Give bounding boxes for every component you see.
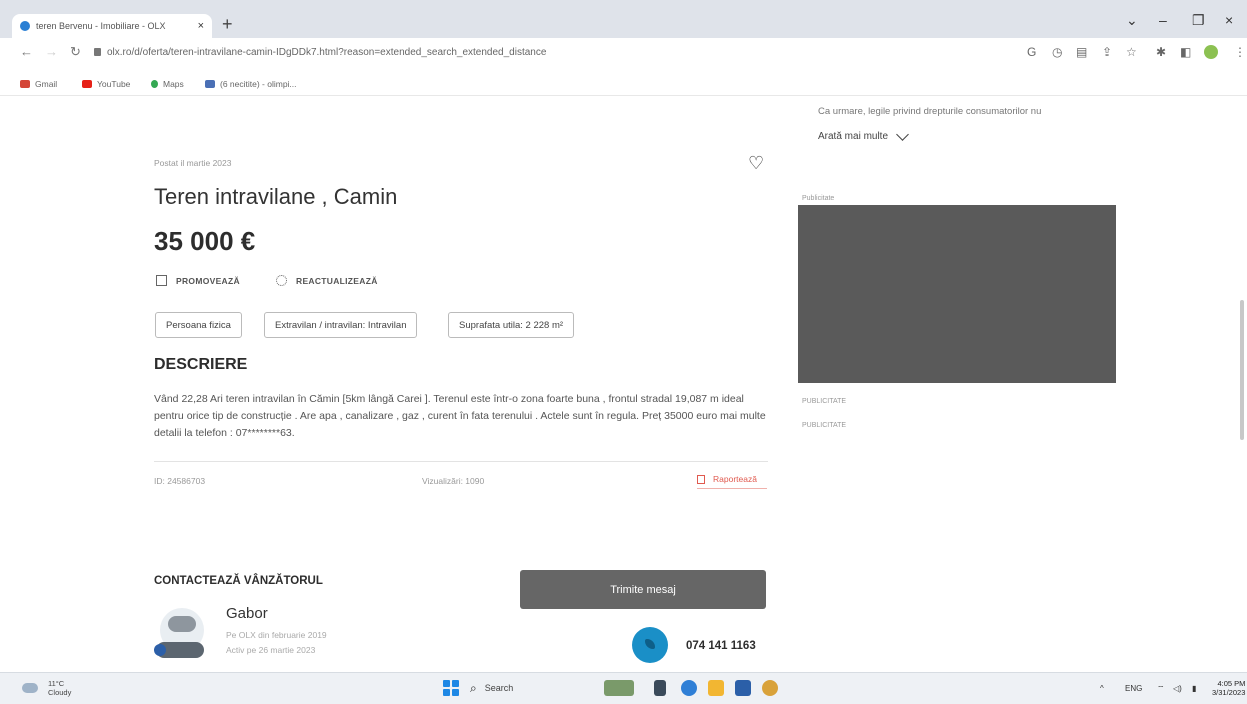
- bookmark-youtube[interactable]: YouTube: [82, 79, 130, 89]
- tab-title: teren Bervenu - Imobiliare - OLX: [36, 21, 166, 31]
- more-menu-icon[interactable]: ⋮: [1234, 45, 1246, 59]
- listing-views: Vizualizări: 1090: [422, 476, 485, 486]
- phone-number[interactable]: 074 141 1163: [686, 640, 756, 652]
- bookmark-gmail[interactable]: Gmail: [20, 79, 57, 89]
- phone-icon[interactable]: [632, 627, 668, 663]
- maps-pin-icon: [151, 80, 158, 88]
- youtube-icon: [82, 80, 92, 88]
- listing-price: 35 000 €: [154, 226, 256, 256]
- report-label: Raportează: [713, 474, 757, 484]
- wifi-icon[interactable]: ⌔: [1157, 684, 1165, 694]
- weather-temp: 11°C: [48, 679, 65, 688]
- url-text: olx.ro/d/oferta/teren-intravilane-camin-…: [107, 47, 547, 58]
- consumer-rights-text: Ca urmare, legile privind drepturile con…: [818, 106, 1042, 117]
- send-message-button[interactable]: Trimite mesaj: [520, 570, 766, 609]
- taskbar-app-icon[interactable]: [604, 680, 634, 696]
- flag-icon: [697, 474, 705, 484]
- weather-desc: Cloudy: [48, 688, 72, 697]
- weather-widget[interactable]: 11°C Cloudy: [22, 679, 71, 697]
- favorite-heart-icon[interactable]: ♡: [748, 153, 764, 173]
- tag-land-type: Extravilan / intravilan: Intravilan: [264, 312, 418, 338]
- description-heading: DESCRIERE: [154, 356, 248, 373]
- profile-avatar[interactable]: [1204, 45, 1218, 59]
- bookmark-star-icon[interactable]: ☆: [1126, 45, 1137, 59]
- bookmark-label: YouTube: [97, 79, 131, 89]
- ad-label-top: Publicitate: [802, 195, 835, 202]
- url-bar[interactable]: olx.ro/d/oferta/teren-intravilane-camin-…: [94, 47, 546, 58]
- clock-time: 4:05 PM: [1217, 679, 1246, 688]
- promote-label: PROMOVEAZĂ: [176, 275, 240, 286]
- extensions-puzzle-icon[interactable]: ✱: [1156, 45, 1166, 59]
- maximize-button[interactable]: ❐: [1192, 12, 1205, 29]
- side-panel-icon[interactable]: ◧: [1180, 45, 1191, 59]
- tab-close-icon[interactable]: ×: [198, 20, 204, 32]
- store-icon[interactable]: [735, 680, 751, 696]
- chrome-icon[interactable]: [762, 680, 778, 696]
- volume-icon[interactable]: ◁): [1173, 684, 1182, 693]
- posted-date: Postat il martie 2023: [154, 158, 232, 168]
- contact-heading: CONTACTEAZĂ VÂNZĂTORUL: [154, 575, 323, 587]
- bookmark-label: Maps: [163, 79, 184, 89]
- tab-search-icon[interactable]: ⌄: [1126, 12, 1138, 29]
- advertisement-box[interactable]: [798, 205, 1116, 383]
- refresh-button[interactable]: REACTUALIZEAZĂ: [276, 275, 378, 286]
- search-label: Search: [484, 683, 514, 693]
- description-text: Vând 22,28 Ari teren intravilan în Cămin…: [154, 393, 766, 439]
- forward-icon[interactable]: →: [45, 44, 58, 59]
- bookmark-label: (6 necitite) - olimpi...: [220, 79, 297, 89]
- promote-button[interactable]: PROMOVEAZĂ: [156, 275, 240, 286]
- taskbar-search[interactable]: ⌕ Search: [470, 678, 560, 698]
- google-icon[interactable]: G: [1027, 45, 1036, 59]
- seller-avatar: [154, 604, 208, 660]
- extension-icon[interactable]: ◷: [1052, 45, 1062, 59]
- seller-active: Activ pe 26 martie 2023: [226, 645, 316, 655]
- browser-tab[interactable]: teren Bervenu - Imobiliare - OLX ×: [12, 14, 212, 38]
- seller-name[interactable]: Gabor: [226, 605, 268, 622]
- search-icon: ⌕: [470, 680, 477, 695]
- listing-title: Teren intravilane , Camin: [154, 184, 398, 209]
- system-clock[interactable]: 4:05 PM 3/31/2023: [1212, 679, 1245, 697]
- cloud-icon: [22, 683, 38, 693]
- ad-label: PUBLICITATE: [802, 422, 847, 429]
- show-more-button[interactable]: Arată mai multe: [818, 127, 909, 142]
- refresh-label: REACTUALIZEAZĂ: [296, 275, 378, 286]
- bookmark-maps[interactable]: Maps: [151, 79, 184, 89]
- task-view-icon[interactable]: [654, 680, 666, 696]
- chevron-down-icon: [896, 127, 909, 141]
- facebook-icon: [154, 644, 166, 656]
- share-icon[interactable]: ⇪: [1102, 45, 1112, 59]
- scrollbar[interactable]: [1240, 300, 1244, 440]
- tag-surface: Suprafata utila: 2 228 m²: [448, 312, 575, 338]
- report-underline: [697, 488, 767, 489]
- reload-icon[interactable]: ↻: [70, 44, 81, 60]
- close-window-button[interactable]: ×: [1225, 12, 1233, 28]
- listing-id: ID: 24586703: [154, 476, 206, 486]
- divider: [154, 461, 768, 462]
- ad-label: PUBLICITATE: [802, 398, 847, 405]
- battery-icon[interactable]: ▮: [1192, 684, 1196, 693]
- olx-favicon-icon: [20, 21, 30, 31]
- lock-icon: [94, 48, 101, 56]
- report-link[interactable]: Raportează: [697, 474, 757, 484]
- bookmarks-bar: Gmail YouTube Maps (6 necitite) - olimpi…: [0, 72, 1247, 96]
- refresh-icon: [276, 275, 287, 286]
- seller-since: Pe OLX din februarie 2019: [226, 630, 327, 640]
- edge-icon[interactable]: [681, 680, 697, 696]
- mail-icon: [205, 80, 215, 88]
- promote-icon: [156, 275, 167, 286]
- tag-seller-type: Persoana fizica: [155, 312, 242, 338]
- file-explorer-icon[interactable]: [708, 680, 724, 696]
- back-icon[interactable]: ←: [20, 44, 33, 59]
- language-indicator[interactable]: ENG: [1125, 684, 1142, 693]
- gmail-icon: [20, 80, 30, 88]
- new-tab-button[interactable]: +: [222, 14, 233, 34]
- bookmark-mail[interactable]: (6 necitite) - olimpi...: [205, 79, 297, 89]
- translate-icon[interactable]: ▤: [1076, 45, 1087, 59]
- clock-date: 3/31/2023: [1212, 688, 1246, 697]
- show-more-label: Arată mai multe: [818, 131, 889, 142]
- chevron-up-icon[interactable]: ^: [1100, 684, 1104, 693]
- windows-start-icon[interactable]: [443, 680, 459, 696]
- minimize-button[interactable]: –: [1159, 12, 1167, 28]
- bookmark-label: Gmail: [35, 79, 58, 89]
